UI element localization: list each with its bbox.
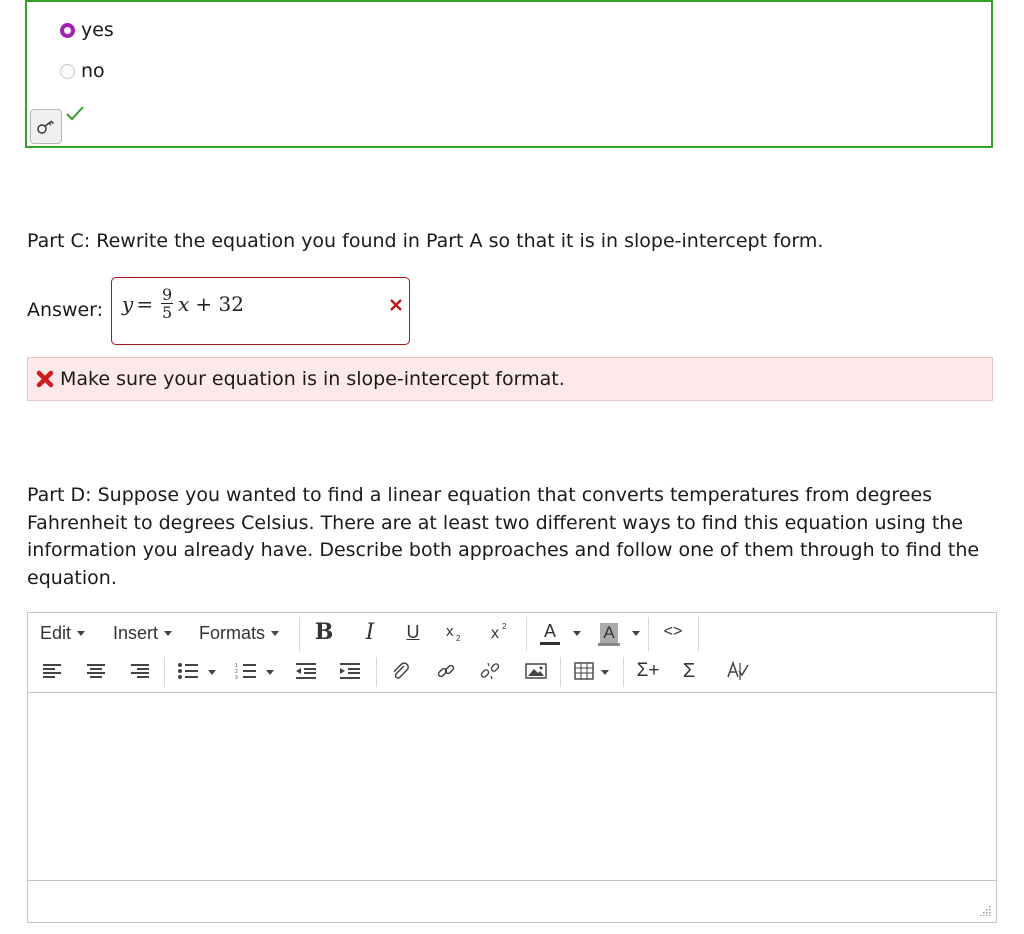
key-icon bbox=[37, 119, 54, 134]
menu-edit-label: Edit bbox=[40, 623, 72, 643]
resize-handle-icon[interactable] bbox=[979, 904, 991, 916]
chevron-down-icon bbox=[77, 631, 86, 636]
answer-label: Answer: bbox=[27, 299, 104, 321]
attachment-button[interactable] bbox=[388, 659, 412, 683]
superscript-button[interactable]: x2 bbox=[488, 619, 514, 643]
rich-text-editor: Edit Insert Formats B I U x2 x2 A A <> 1… bbox=[27, 612, 997, 923]
bold-button[interactable]: B bbox=[312, 619, 336, 645]
svg-text:x: x bbox=[491, 625, 499, 641]
editor-statusbar bbox=[28, 881, 996, 922]
checkmark-icon bbox=[66, 106, 84, 121]
paperclip-icon bbox=[393, 662, 409, 679]
align-left-icon bbox=[43, 664, 61, 678]
part-d-prompt: Part D: Suppose you wanted to find a lin… bbox=[27, 484, 980, 589]
svg-text:x: x bbox=[446, 623, 454, 640]
bg-color-swatch bbox=[598, 642, 620, 646]
answer-input[interactable]: y = 9 5 x + 32 bbox=[111, 277, 410, 345]
align-center-icon bbox=[87, 664, 105, 678]
chevron-down-icon[interactable] bbox=[601, 670, 609, 675]
menu-edit[interactable]: Edit bbox=[40, 623, 86, 644]
underline-button[interactable]: U bbox=[401, 620, 425, 644]
chevron-down-icon[interactable] bbox=[573, 631, 581, 636]
link-icon bbox=[437, 664, 455, 678]
part-c-prompt: Part C: Rewrite the equation you found i… bbox=[27, 230, 824, 252]
menu-insert-label: Insert bbox=[113, 623, 159, 643]
unlink-button[interactable] bbox=[478, 659, 502, 683]
indent-icon bbox=[340, 663, 360, 679]
text-color-label: A bbox=[543, 620, 556, 641]
error-x-icon bbox=[36, 370, 54, 388]
math-fraction: 9 5 bbox=[161, 285, 174, 322]
chevron-down-icon bbox=[164, 631, 173, 636]
partb-answer-box bbox=[25, 0, 993, 148]
align-left-button[interactable] bbox=[40, 659, 64, 683]
source-code-button[interactable]: <> bbox=[660, 621, 686, 643]
math-lhs: y bbox=[122, 291, 134, 316]
equation-editor-button[interactable]: Σ+ bbox=[635, 659, 661, 683]
answer-equation: y = 9 5 x + 32 bbox=[122, 286, 244, 321]
italic-button[interactable]: I bbox=[358, 620, 382, 645]
radio-button-unselected[interactable] bbox=[60, 63, 75, 79]
menu-insert[interactable]: Insert bbox=[113, 623, 173, 644]
radio-label: no bbox=[81, 60, 105, 82]
error-text: Make sure your equation is in slope-inte… bbox=[60, 368, 565, 390]
align-right-icon bbox=[131, 664, 149, 678]
radio-label: yes bbox=[81, 19, 114, 41]
bg-color-button[interactable]: A bbox=[597, 621, 621, 647]
svg-text:3: 3 bbox=[235, 675, 238, 680]
outdent-icon bbox=[296, 663, 316, 679]
outdent-button[interactable] bbox=[294, 659, 318, 683]
unlink-icon bbox=[480, 662, 500, 680]
svg-text:2: 2 bbox=[456, 634, 461, 642]
math-variable: x bbox=[178, 291, 190, 316]
subscript-icon: x2 bbox=[446, 623, 461, 642]
math-numerator: 9 bbox=[161, 285, 173, 304]
menu-formats[interactable]: Formats bbox=[199, 623, 280, 644]
menu-formats-label: Formats bbox=[199, 623, 266, 643]
subscript-button[interactable]: x2 bbox=[443, 620, 467, 644]
align-center-button[interactable] bbox=[84, 659, 108, 683]
radio-button-selected[interactable] bbox=[60, 22, 75, 38]
math-symbol-button[interactable]: Σ bbox=[678, 659, 700, 683]
bg-color-label: A bbox=[600, 622, 618, 643]
text-color-swatch bbox=[540, 641, 560, 645]
insert-table-button[interactable] bbox=[572, 659, 596, 683]
editor-content-area[interactable] bbox=[28, 693, 996, 879]
math-rest: + 32 bbox=[195, 291, 244, 316]
chevron-down-icon[interactable] bbox=[632, 631, 640, 636]
math-equals: = bbox=[136, 291, 154, 316]
radio-option-no[interactable]: no bbox=[60, 60, 105, 82]
spellcheck-icon bbox=[727, 660, 749, 680]
spellcheck-button[interactable] bbox=[725, 659, 751, 683]
chevron-down-icon bbox=[271, 631, 280, 636]
svg-text:2: 2 bbox=[502, 622, 507, 631]
indent-button[interactable] bbox=[338, 659, 362, 683]
numbered-list-button[interactable]: 123 bbox=[234, 659, 258, 683]
key-button[interactable] bbox=[30, 109, 62, 144]
insert-link-button[interactable] bbox=[434, 659, 458, 683]
superscript-icon: x2 bbox=[491, 622, 507, 641]
radio-option-yes[interactable]: yes bbox=[60, 19, 114, 41]
text-color-button[interactable]: A bbox=[539, 619, 561, 647]
chevron-down-icon[interactable] bbox=[266, 670, 274, 675]
bullet-list-button[interactable] bbox=[176, 659, 200, 683]
incorrect-x-icon bbox=[390, 299, 402, 311]
table-icon bbox=[574, 662, 594, 680]
align-right-button[interactable] bbox=[128, 659, 152, 683]
image-icon bbox=[525, 663, 547, 679]
numbered-list-icon: 123 bbox=[235, 663, 256, 680]
math-denominator: 5 bbox=[161, 303, 173, 322]
error-message: Make sure your equation is in slope-inte… bbox=[27, 357, 993, 401]
insert-image-button[interactable] bbox=[524, 659, 548, 683]
chevron-down-icon[interactable] bbox=[208, 670, 216, 675]
bullet-list-icon bbox=[178, 663, 198, 679]
